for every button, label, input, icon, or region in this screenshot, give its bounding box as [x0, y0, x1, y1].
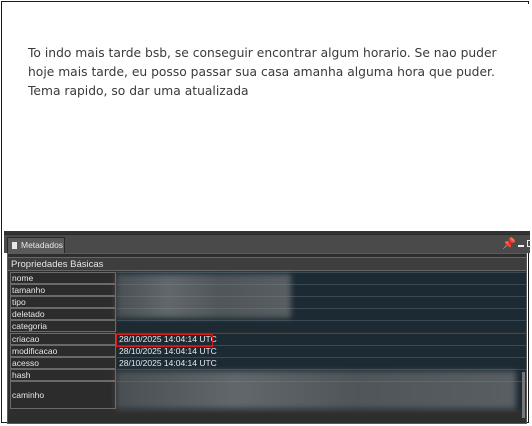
property-key: caminho — [10, 381, 116, 409]
redaction-blur — [116, 371, 516, 409]
document-icon — [12, 242, 17, 249]
scrollbar[interactable] — [522, 372, 525, 418]
property-row-modificacao[interactable]: modificacao 28/10/2025 14:04:14 UTC — [10, 345, 526, 357]
tab-label: Metadados — [21, 240, 64, 250]
property-key: modificacao — [10, 345, 116, 357]
panel-tab-bar: Metadados 📌 — [4, 234, 532, 253]
property-row-categoria[interactable]: categoria — [10, 320, 526, 332]
property-key: acesso — [10, 357, 116, 369]
section-title: Propriedades Básicas — [8, 257, 526, 271]
property-key: categoria — [10, 320, 116, 332]
pin-icon[interactable]: 📌 — [502, 238, 516, 250]
criacao-highlight-box — [116, 334, 213, 347]
tab-metadados[interactable]: Metadados — [7, 237, 65, 253]
property-key: nome — [10, 272, 116, 284]
message-pane: To indo mais tarde bsb, se conseguir enc… — [4, 4, 530, 232]
message-text: To indo mais tarde bsb, se conseguir enc… — [28, 46, 497, 98]
screenshot-frame: To indo mais tarde bsb, se conseguir enc… — [1, 1, 532, 424]
property-key: tamanho — [10, 284, 116, 296]
property-key: criacao — [10, 333, 116, 345]
minimize-icon[interactable] — [518, 245, 524, 247]
property-key: tipo — [10, 296, 116, 308]
property-row-criacao[interactable]: criacao 28/10/2025 14:04:14 UTC — [10, 333, 526, 345]
property-value — [117, 320, 526, 332]
redaction-blur — [116, 274, 291, 318]
property-key: hash — [10, 369, 116, 381]
property-row-acesso[interactable]: acesso 28/10/2025 14:04:14 UTC — [10, 357, 526, 369]
property-key: deletado — [10, 308, 116, 320]
properties-panel: Propriedades Básicas nome tamanho tipo d… — [7, 253, 527, 424]
maximize-icon[interactable] — [527, 240, 532, 247]
property-value: 28/10/2025 14:04:14 UTC — [117, 357, 526, 369]
